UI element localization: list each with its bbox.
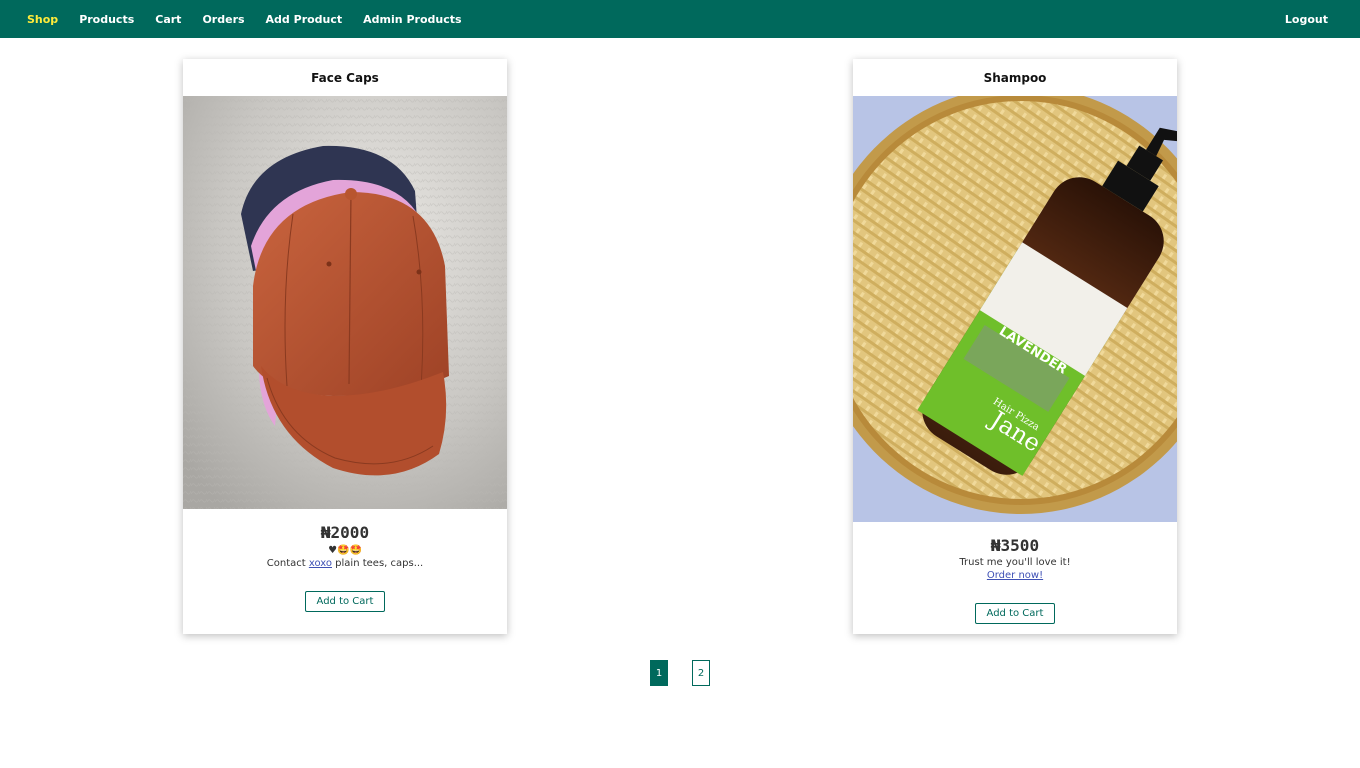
logout-button[interactable]: Logout (1285, 13, 1328, 26)
product-description-link-line: Order now! (853, 569, 1177, 582)
product-price: ₦3500 (990, 536, 1040, 555)
product-emoji-line: ♥🤩🤩 (328, 545, 362, 556)
shampoo-photo-icon: Jane Hair Pizza LAVENDER (853, 96, 1177, 522)
page-button-2[interactable]: 2 (692, 660, 710, 686)
product-title: Face Caps (311, 70, 379, 85)
shampoo-image: Jane Hair Pizza LAVENDER (853, 96, 1177, 522)
product-desc-suffix: plain tees, caps... (332, 558, 424, 569)
contact-link[interactable]: xoxo (309, 558, 332, 569)
product-title: Shampoo (983, 70, 1047, 85)
product-card-body: ₦3500 Trust me you'll love it! Order now… (853, 536, 1177, 624)
nav-item-cart[interactable]: Cart (155, 13, 181, 26)
product-card: Face Caps ₦2000 ♥🤩🤩 Contact xoxo plain t… (183, 59, 507, 634)
product-card-body: ₦2000 ♥🤩🤩 Contact xoxo plain tees, caps.… (183, 523, 507, 612)
order-now-link[interactable]: Order now! (987, 570, 1043, 581)
product-price: ₦2000 (320, 523, 370, 542)
top-navbar: Shop Products Cart Orders Add Product Ad… (0, 0, 1360, 38)
cap-image (183, 96, 507, 509)
add-to-cart-button[interactable]: Add to Cart (974, 603, 1056, 624)
product-desc-prefix: Contact (266, 558, 309, 569)
product-description: Contact xoxo plain tees, caps... (183, 557, 507, 570)
nav-links: Shop Products Cart Orders Add Product Ad… (27, 0, 483, 38)
product-card: Shampoo Jane Hair Pizza LAVENDER ₦3500 T… (853, 59, 1177, 634)
product-description: Trust me you'll love it! (959, 557, 1071, 568)
add-to-cart-button[interactable]: Add to Cart (304, 591, 386, 612)
nav-item-shop[interactable]: Shop (27, 13, 58, 26)
nav-item-orders[interactable]: Orders (202, 13, 244, 26)
page-button-current[interactable]: 1 (650, 660, 668, 686)
nav-item-products[interactable]: Products (79, 13, 134, 26)
nav-item-admin-products[interactable]: Admin Products (363, 13, 461, 26)
nav-right: Logout (1285, 0, 1328, 38)
cap-photo-icon (183, 96, 507, 509)
nav-item-add-product[interactable]: Add Product (266, 13, 343, 26)
